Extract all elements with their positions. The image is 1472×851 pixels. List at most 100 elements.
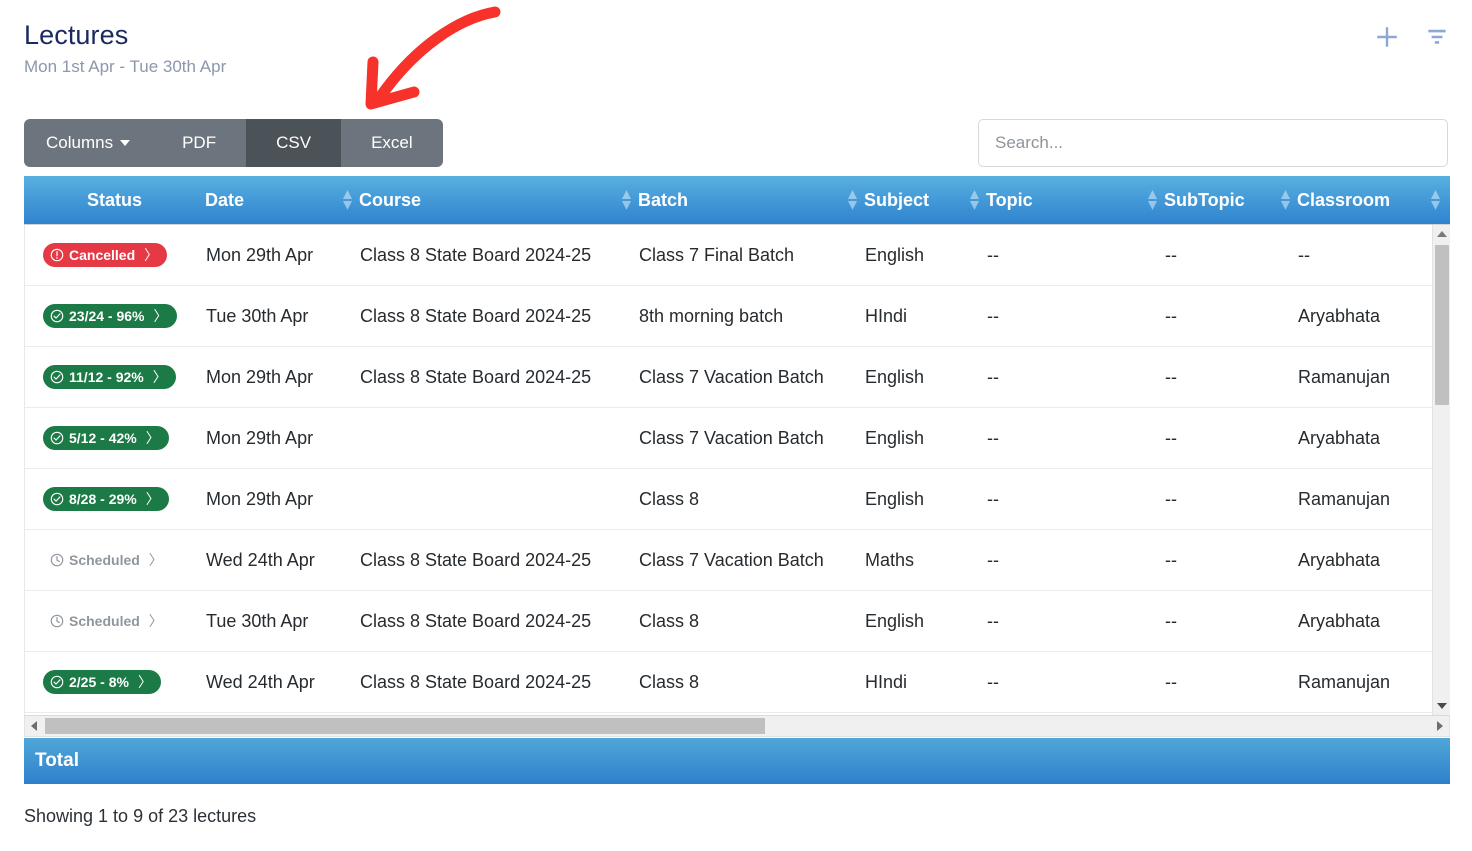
plus-icon[interactable] <box>1374 24 1400 50</box>
cell-topic: -- <box>987 244 999 265</box>
sort-indicator-icon[interactable] <box>1147 189 1158 211</box>
scroll-up-arrow-icon[interactable] <box>1433 225 1451 243</box>
cell-topic: -- <box>987 549 999 570</box>
filter-icon[interactable] <box>1424 24 1450 50</box>
cell-status: Cancelled 〉 <box>25 225 206 285</box>
status-badge-label: 5/12 - 42% <box>69 430 137 446</box>
chevron-right-icon: 〉 <box>148 552 163 568</box>
table-row[interactable]: 2/25 - 8% 〉 Wed 24th Apr Class 8 State Boar… <box>25 652 1449 713</box>
sort-indicator-icon[interactable] <box>1430 189 1441 211</box>
column-header-topic[interactable]: Topic <box>986 176 1164 224</box>
scroll-right-arrow-icon[interactable] <box>1431 716 1449 736</box>
check-circle-icon <box>50 675 64 689</box>
cell-course <box>360 469 639 529</box>
column-header-label: Status <box>86 189 142 210</box>
annotation-arrow <box>365 6 501 110</box>
cell-course: Class 8 State Board 2024-25 <box>360 549 592 570</box>
excel-export-button[interactable]: Excel <box>341 119 443 167</box>
status-badge-label: 8/28 - 29% <box>69 491 137 507</box>
cell-course: Class 8 State Board 2024-25 <box>360 244 592 265</box>
vertical-scrollbar[interactable] <box>1432 225 1450 715</box>
cell-date: Mon 29th Apr <box>206 244 314 265</box>
column-header-course[interactable]: Course <box>359 176 638 224</box>
cell-topic: -- <box>987 488 999 509</box>
cell-status: 11/12 - 92% 〉 <box>25 347 206 407</box>
table-row[interactable]: 8/28 - 29% 〉 Mon 29th Apr Class 8 English -- -… <box>25 469 1449 530</box>
sort-indicator-icon[interactable] <box>342 189 353 211</box>
sort-indicator-icon[interactable] <box>847 189 858 211</box>
status-badge[interactable]: 11/12 - 92% 〉 <box>43 365 176 389</box>
vertical-scrollbar-thumb[interactable] <box>1435 245 1449 405</box>
cell-status: 2/25 - 8% 〉 <box>25 652 206 712</box>
cell-subtopic: -- <box>1165 244 1177 265</box>
table-row[interactable]: 5/12 - 42% 〉 Mon 29th Apr Class 7 Vacation … <box>25 408 1449 469</box>
column-header-subtopic[interactable]: SubTopic <box>1164 176 1297 224</box>
column-header-label: SubTopic <box>1164 189 1245 210</box>
scroll-down-arrow-icon[interactable] <box>1433 697 1451 715</box>
status-badge-label: 2/25 - 8% <box>69 674 129 690</box>
cell-subtopic: -- <box>1165 427 1177 448</box>
chevron-right-icon: 〉 <box>137 674 152 690</box>
exclamation-circle-icon <box>50 248 64 262</box>
sort-indicator-icon[interactable] <box>969 189 980 211</box>
column-header-status[interactable]: Status <box>24 176 205 224</box>
cell-topic: -- <box>987 671 999 692</box>
status-badge[interactable]: Cancelled 〉 <box>43 243 168 267</box>
column-header-label: Course <box>359 189 422 210</box>
cell-date: Tue 30th Apr <box>206 610 309 631</box>
cell-date: Tue 30th Apr <box>206 305 309 326</box>
status-badge[interactable]: Scheduled 〉 <box>43 609 172 633</box>
cell-subtopic: -- <box>1165 610 1177 631</box>
status-badge[interactable]: 23/24 - 96% 〉 <box>43 304 177 328</box>
table-row[interactable]: Cancelled 〉 Mon 29th Apr Class 8 State Boar… <box>25 225 1449 286</box>
status-badge[interactable]: 8/28 - 29% 〉 <box>43 487 169 511</box>
status-badge-label: 23/24 - 96% <box>69 308 145 324</box>
status-badge[interactable]: 2/25 - 8% 〉 <box>43 670 161 694</box>
chevron-right-icon: 〉 <box>145 491 160 507</box>
csv-export-button[interactable]: CSV <box>246 119 342 167</box>
table-row[interactable]: Scheduled 〉 Tue 30th Apr Class 8 State Boar… <box>25 591 1449 652</box>
chevron-right-icon: 〉 <box>152 369 167 385</box>
cell-classroom: Aryabhata <box>1298 610 1381 631</box>
column-header-subject[interactable]: Subject <box>864 176 986 224</box>
cell-topic: -- <box>987 427 999 448</box>
column-header-batch[interactable]: Batch <box>638 176 864 224</box>
column-header-classroom[interactable]: Classroom <box>1297 176 1447 224</box>
clock-icon <box>50 614 64 628</box>
status-badge-label: Scheduled <box>69 613 140 629</box>
status-badge-label: Cancelled <box>69 247 136 263</box>
table-header-row: Status Date Course Batch Subject Topic SubTopi… <box>24 176 1450 225</box>
cell-subject: HIndi <box>865 305 908 326</box>
cell-classroom: Aryabhata <box>1298 305 1381 326</box>
column-header-label: Batch <box>638 189 689 210</box>
export-button-group: Columns PDF CSV Excel <box>24 119 443 167</box>
cell-subtopic: -- <box>1165 488 1177 509</box>
status-badge[interactable]: 5/12 - 42% 〉 <box>43 426 169 450</box>
sort-indicator-icon[interactable] <box>1280 189 1291 211</box>
cell-batch: Class 7 Vacation Batch <box>639 366 824 387</box>
column-header-date[interactable]: Date <box>205 176 359 224</box>
table-row[interactable]: 11/12 - 92% 〉 Mon 29th Apr Class 8 State Bo… <box>25 347 1449 408</box>
sort-indicator-icon[interactable] <box>621 189 632 211</box>
table-row[interactable]: 23/24 - 96% 〉 Tue 30th Apr Class 8 State Bo… <box>25 286 1449 347</box>
table-row[interactable]: Scheduled 〉 Wed 24th Apr Class 8 State Boar… <box>25 530 1449 591</box>
chevron-right-icon: 〉 <box>148 613 163 629</box>
horizontal-scrollbar[interactable] <box>24 715 1450 737</box>
cell-subject: Maths <box>865 549 915 570</box>
page-title: Lectures <box>24 20 129 50</box>
cell-batch: 8th morning batch <box>639 305 784 326</box>
horizontal-scrollbar-thumb[interactable] <box>45 718 765 734</box>
cell-classroom: Ramanujan <box>1298 488 1391 509</box>
clock-icon <box>50 553 64 567</box>
pdf-export-button[interactable]: PDF <box>152 119 247 167</box>
check-circle-icon <box>50 309 64 323</box>
scroll-left-arrow-icon[interactable] <box>25 716 43 736</box>
cell-date: Wed 24th Apr <box>206 549 315 570</box>
cell-course: Class 8 State Board 2024-25 <box>360 610 592 631</box>
columns-button[interactable]: Columns <box>24 119 153 167</box>
status-badge[interactable]: Scheduled 〉 <box>43 548 172 572</box>
column-header-label: Topic <box>986 189 1033 210</box>
search-input[interactable] <box>978 119 1448 167</box>
cell-topic: -- <box>987 610 999 631</box>
cell-classroom: Ramanujan <box>1298 671 1391 692</box>
